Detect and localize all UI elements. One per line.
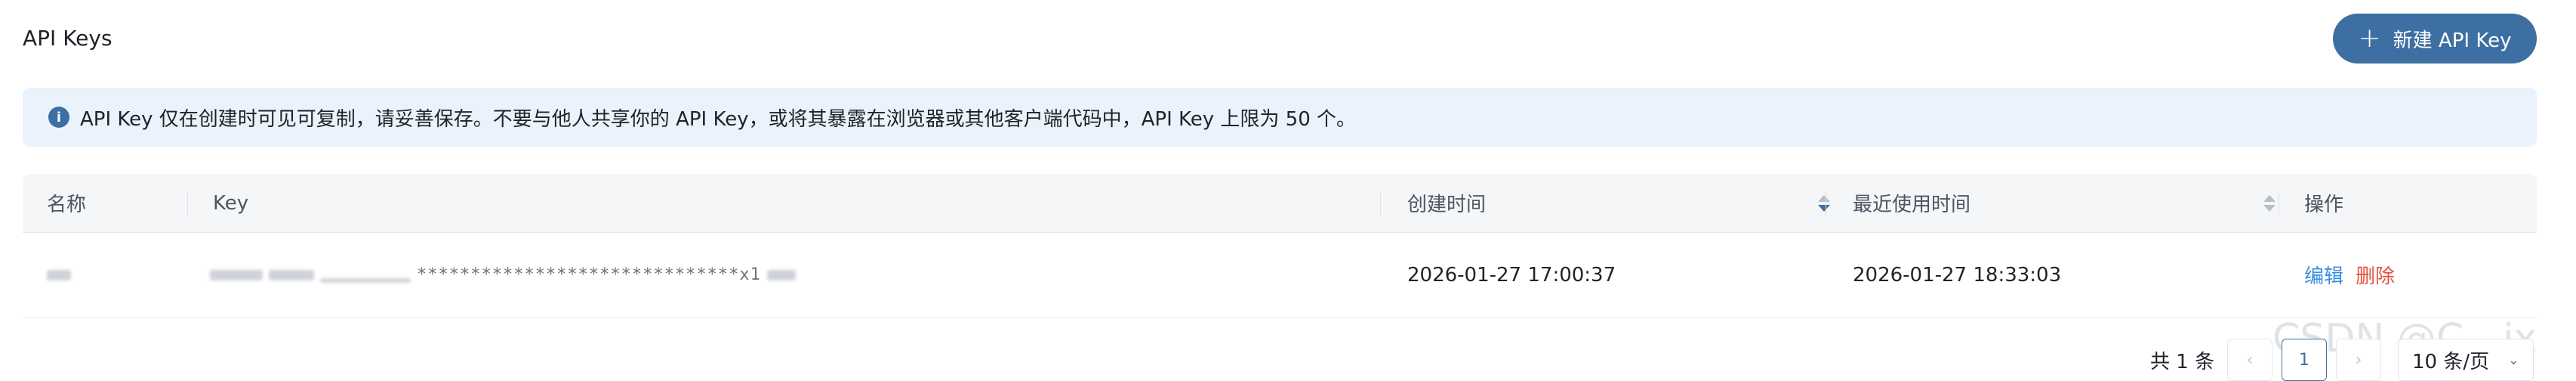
new-api-key-button[interactable]: + 新建 API Key [2333,14,2537,64]
page-size-label: 10 条/页 [2412,350,2490,373]
chevron-down-icon: ⌄ [2507,352,2519,368]
key-value-masked: ******************************x1 [417,265,761,284]
column-header-name: 名称 [47,194,87,216]
new-api-key-label: 新建 API Key [2393,29,2512,52]
row-actions: 编辑 删除 [2304,233,2395,317]
notice-banner: i API Key 仅在创建时可见可复制，请妥善保存。不要与他人共享你的 API… [23,88,2537,147]
next-page-button[interactable]: › [2336,339,2381,381]
column-header-created[interactable]: 创建时间 [1407,174,1830,232]
column-header-actions: 操作 [2304,194,2344,216]
delete-link[interactable]: 删除 [2356,261,2395,289]
edit-link[interactable]: 编辑 [2304,261,2343,289]
sort-icon[interactable] [1818,194,1830,212]
column-header-key: Key [213,191,249,215]
column-header-last-used-label: 最近使用时间 [1853,194,1971,216]
page-button[interactable]: 1 [2282,339,2327,381]
column-divider [187,190,188,216]
column-header-last-used[interactable]: 最近使用时间 [1853,174,2276,232]
last-used-time: 2026-01-27 18:33:03 [1853,263,2062,287]
table-row: ******************************x1 2026-01… [23,233,2537,318]
page-size-select[interactable]: 10 条/页 ⌄ [2398,339,2534,381]
sort-icon[interactable] [2263,194,2276,212]
pagination: ‹ 1 › [2227,339,2381,381]
column-divider [1380,190,1381,216]
api-keys-table: 名称 Key 创建时间 最近使用时间 操作 ******************… [23,174,2537,318]
info-icon: i [48,107,69,128]
pagination-total: 共 1 条 [2150,350,2215,373]
created-time: 2026-01-27 17:00:37 [1407,263,1616,287]
column-header-created-label: 创建时间 [1407,194,1487,216]
key-value: ******************************x1 [210,233,796,317]
key-name-redacted [47,233,71,317]
plus-icon: + [2358,23,2381,54]
table-header: 名称 Key 创建时间 最近使用时间 操作 [23,174,2537,233]
page-title: API Keys [23,26,112,51]
notice-text: API Key 仅在创建时可见可复制，请妥善保存。不要与他人共享你的 API K… [80,107,1357,131]
prev-page-button[interactable]: ‹ [2227,339,2272,381]
page-size-wrapper: 10 条/页 ⌄ [2398,339,2534,381]
